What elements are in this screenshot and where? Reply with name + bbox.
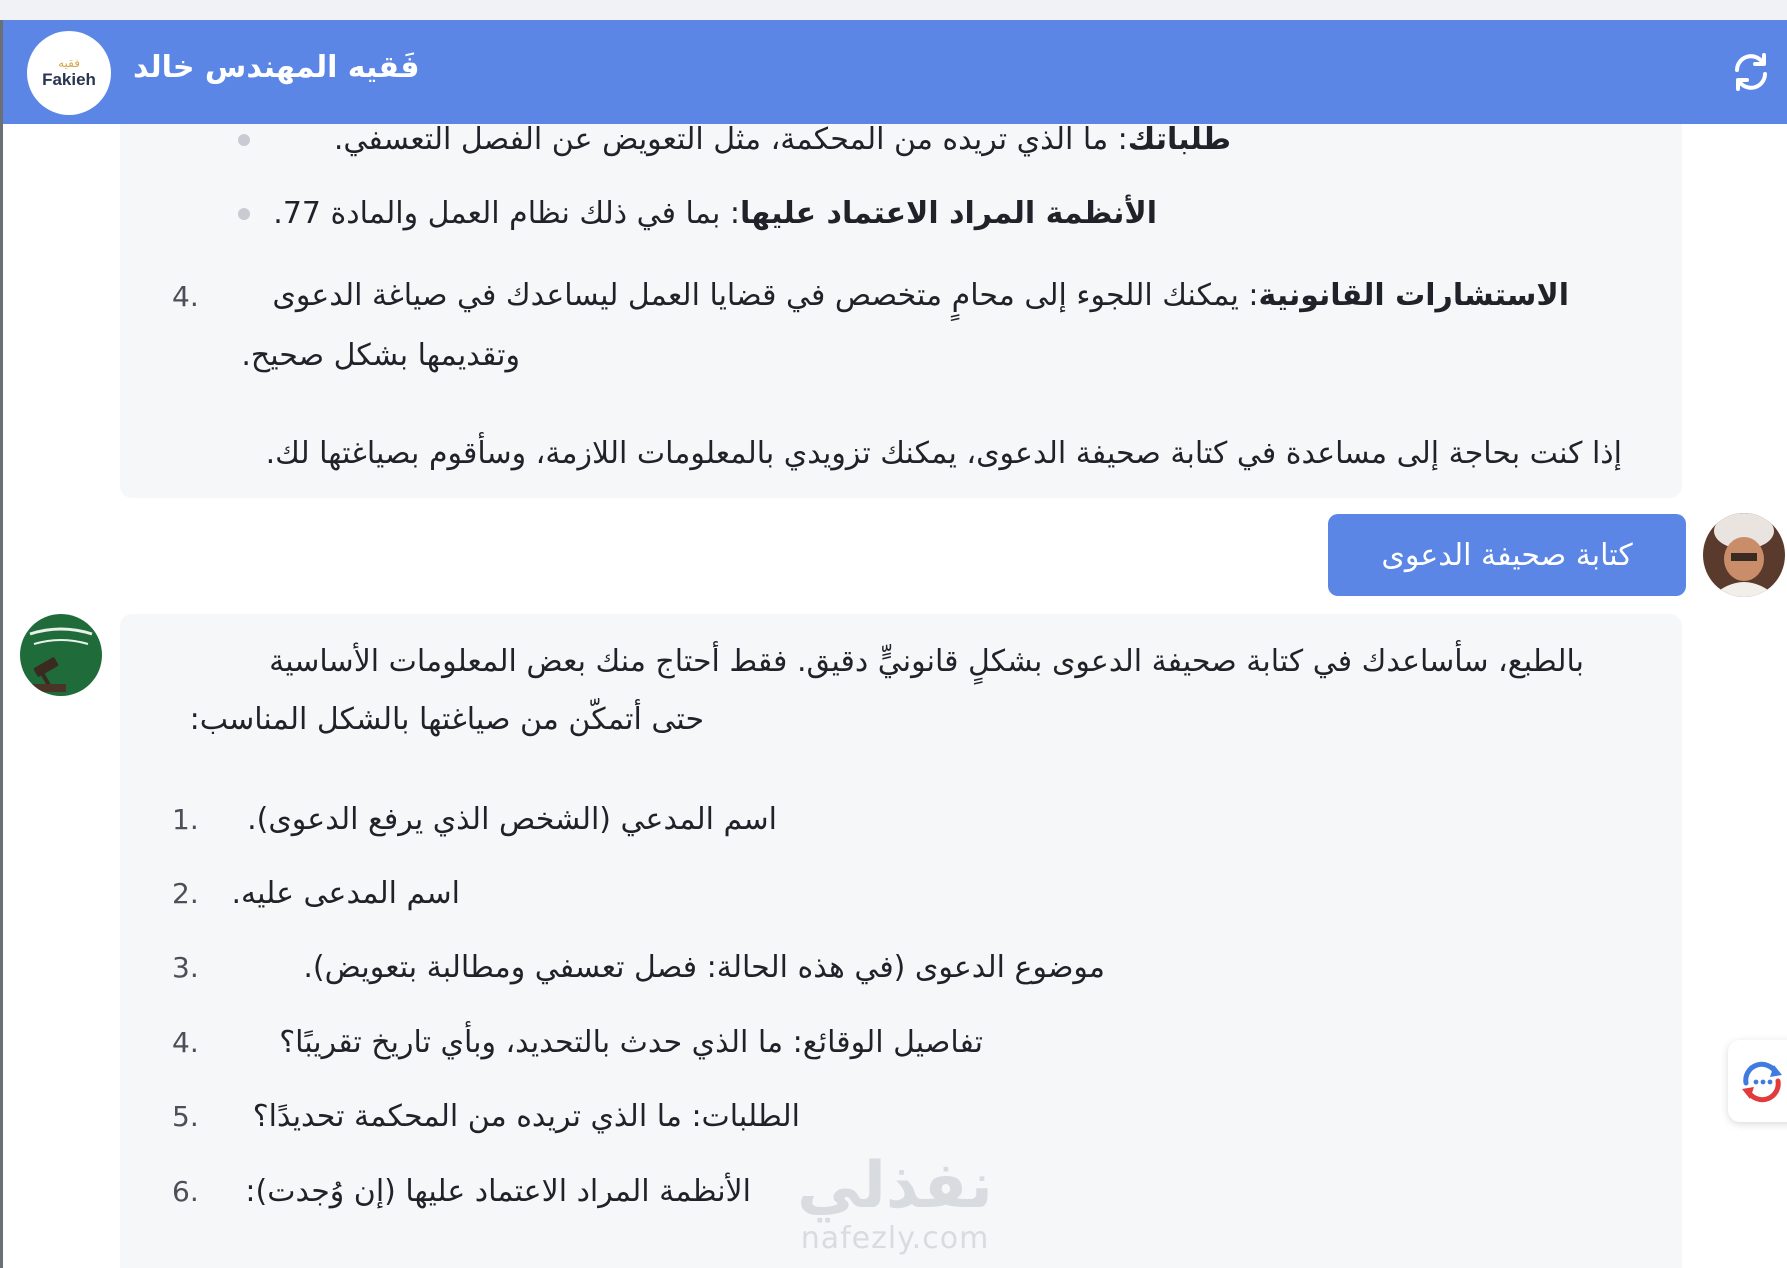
list-item: اسم المدعى عليه.	[231, 876, 461, 911]
list-bullet	[238, 134, 250, 146]
list-number: 4.	[172, 1026, 199, 1059]
chat-title: فَقيه المهندس خالد	[133, 50, 420, 85]
chat-header: فقيه Fakieh فَقيه المهندس خالد	[3, 20, 1787, 124]
list-item-label: الأنظمة المراد الاعتماد عليها	[740, 196, 1157, 231]
list-item: الأنظمة المراد الاعتماد عليها (إن وُجدت)…	[245, 1174, 751, 1209]
list-item-label: طلباتك	[1127, 122, 1231, 157]
logo-arabic-text: فقيه	[58, 56, 80, 70]
user-message-bubble: كتابة صحيفة الدعوى	[1328, 514, 1686, 596]
list-number: 2.	[172, 877, 199, 910]
list-number: 1.	[172, 803, 199, 836]
browser-top-strip	[0, 0, 1787, 20]
message-paragraph: بالطبع، سأساعدك في كتابة صحيفة الدعوى بش…	[269, 644, 1584, 679]
chat-refresh-icon	[1742, 1061, 1782, 1103]
list-item-text: : يمكنك اللجوء إلى محامٍ متخصص في قضايا …	[272, 278, 1259, 313]
list-bullet	[238, 208, 250, 220]
app-logo: فقيه Fakieh	[27, 31, 111, 115]
message-paragraph: إذا كنت بحاجة إلى مساعدة في كتابة صحيفة …	[265, 436, 1622, 471]
list-item-continuation: وتقديمها بشكل صحيح.	[241, 338, 520, 373]
list-item: اسم المدعي (الشخص الذي يرفع الدعوى).	[247, 802, 777, 837]
list-number: 6.	[172, 1175, 199, 1208]
list-item: الاستشارات القانونية: يمكنك اللجوء إلى م…	[272, 276, 1569, 316]
list-item-text: : ما الذي تريده من المحكمة، مثل التعويض …	[333, 122, 1128, 157]
message-paragraph-continuation: حتى أتمكّن من صياغتها بالشكل المناسب:	[189, 702, 704, 737]
list-number: 5.	[172, 1100, 199, 1133]
list-item-text: : بما في ذلك نظام العمل والمادة 77.	[273, 196, 741, 231]
list-number: 3.	[172, 951, 199, 984]
window-left-edge	[0, 20, 3, 1268]
list-item-label: الاستشارات القانونية	[1258, 278, 1570, 313]
user-message-text: كتابة صحيفة الدعوى	[1381, 537, 1633, 573]
logo-english-text: Fakieh	[42, 70, 96, 89]
list-item: تفاصيل الوقائع: ما الذي حدث بالتحديد، وب…	[279, 1025, 983, 1060]
list-number: 4.	[172, 280, 199, 313]
list-item: الأنظمة المراد الاعتماد عليها: بما في ذل…	[273, 194, 1157, 234]
floating-chat-button[interactable]	[1728, 1040, 1787, 1122]
assistant-avatar	[20, 614, 102, 696]
user-avatar	[1703, 513, 1785, 597]
list-item: طلباتك: ما الذي تريده من المحكمة، مثل ال…	[334, 120, 1231, 160]
list-item: موضوع الدعوى (في هذه الحالة: فصل تعسفي و…	[303, 950, 1105, 985]
refresh-icon[interactable]	[1729, 50, 1773, 94]
list-item: الطلبات: ما الذي تريده من المحكمة تحديدً…	[252, 1099, 800, 1134]
